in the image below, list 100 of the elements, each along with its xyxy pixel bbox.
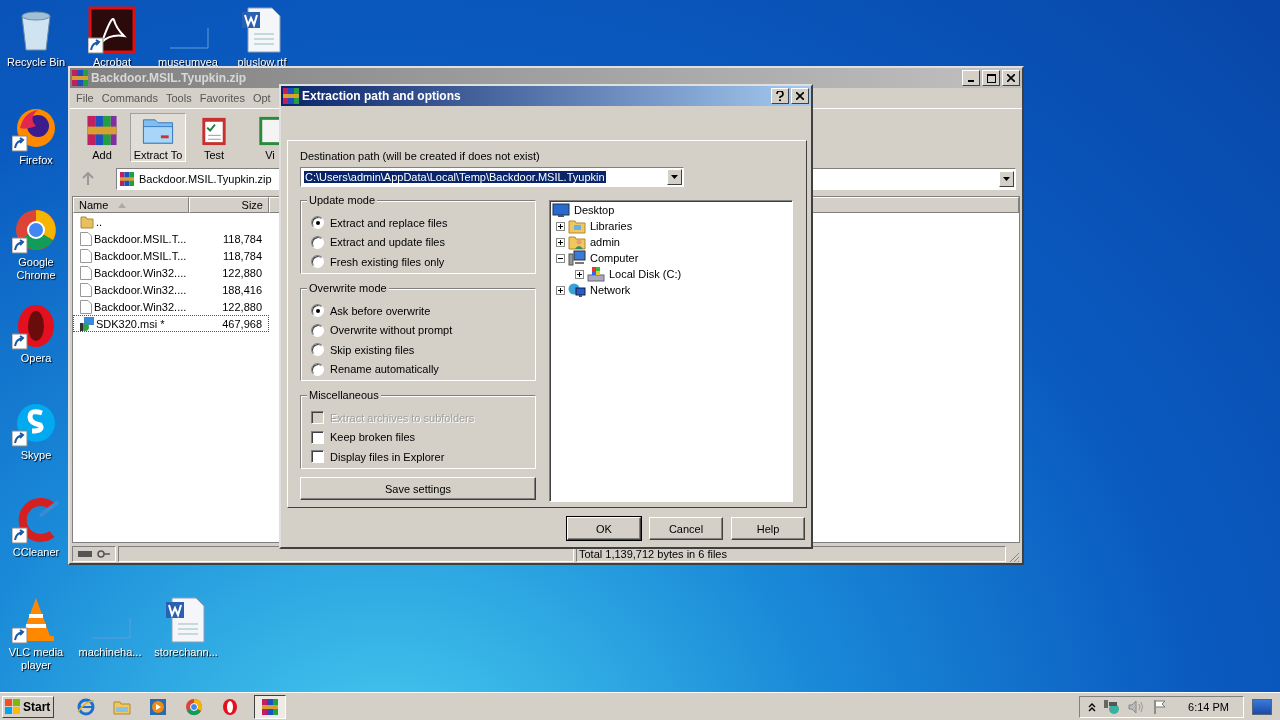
file-row[interactable]: Backdoor.Win32.... 122,880 (73, 298, 269, 315)
file-icon (80, 299, 92, 314)
group-title: Overwrite mode (307, 282, 389, 295)
archive-books-icon (85, 114, 119, 147)
close-icon (796, 92, 804, 100)
menu-item[interactable]: Tools (162, 92, 196, 104)
desktop-icon-label[interactable]: CCleaner (12, 546, 60, 559)
file-row[interactable]: Backdoor.MSIL.T... 118,784 (73, 230, 269, 247)
tree-item[interactable]: Local Disk (C:) (608, 268, 683, 280)
resize-grip-icon[interactable] (1008, 551, 1020, 563)
maximize-icon (986, 73, 996, 83)
toolbar-button[interactable]: Test (186, 113, 242, 162)
destination-field[interactable]: C:\Users\admin\AppData\Local\Temp\Backdoor.MSIL.Tyupkin (300, 167, 684, 187)
archive-books-icon (261, 697, 279, 716)
file-name: .. (96, 215, 103, 228)
file-size: 118,784 (223, 249, 262, 262)
archive-books-icon (283, 88, 299, 104)
file-row[interactable]: SDK320.msi * 467,968 (73, 315, 269, 332)
file-size: 188,416 (222, 283, 262, 296)
radio-option[interactable]: Extract and replace files (311, 213, 527, 233)
letter-o-icon (221, 697, 239, 716)
media-player-icon (149, 697, 167, 716)
column-header[interactable]: Name (73, 197, 189, 213)
menu-item[interactable]: Opt (248, 92, 275, 104)
desktop-icon-label[interactable]: Google Chrome (1, 256, 71, 282)
file-icon (80, 248, 92, 263)
tree-item[interactable]: Libraries (589, 220, 634, 232)
file-name: Backdoor.MSIL.T... (94, 232, 187, 245)
file-row[interactable]: Backdoor.MSIL.T... 118,784 (73, 247, 269, 264)
file-icon (80, 282, 92, 297)
menu-item[interactable]: File (72, 92, 98, 104)
chevron-up-icon[interactable] (1088, 701, 1097, 712)
tree-item[interactable]: Computer (589, 252, 640, 264)
archive-books-icon (120, 172, 134, 186)
network-icon[interactable] (1103, 698, 1122, 715)
chrome-ring-icon (185, 697, 203, 716)
toolbar-button[interactable]: Extract To (130, 113, 186, 162)
c-brush-icon[interactable] (12, 496, 60, 544)
menu-item[interactable]: Commands (97, 92, 162, 104)
expander-icon[interactable] (556, 237, 565, 247)
taskbar-app[interactable] (254, 694, 286, 719)
help-button[interactable] (771, 88, 789, 104)
dialog-button[interactable]: Cancel (649, 517, 723, 540)
menu-item[interactable]: Favorites (195, 92, 249, 104)
desktop-icon-label[interactable]: Acrobat (93, 56, 131, 69)
file-name: Backdoor.Win32.... (94, 283, 187, 296)
expander-icon[interactable] (556, 221, 565, 231)
desktop-icon-label[interactable]: museumvea (158, 56, 218, 69)
dialog-button[interactable]: Help (731, 517, 805, 540)
file-size: 122,880 (222, 266, 262, 279)
e-globe-icon (77, 697, 95, 716)
window-title: Backdoor.MSIL.Tyupkin.zip (91, 71, 248, 85)
dialog-button[interactable]: OK (567, 517, 641, 540)
clock[interactable]: 6:14 PM (1188, 700, 1229, 713)
desktop-icon-label[interactable]: Opera (20, 352, 52, 365)
desktop-icon-label[interactable]: Firefox (19, 154, 53, 167)
file-icon (80, 265, 92, 280)
file-row[interactable]: Backdoor.Win32.... 122,880 (73, 264, 269, 281)
radio-option[interactable]: Skip existing files (311, 340, 527, 360)
expander-icon[interactable] (575, 269, 584, 279)
file-icon (80, 231, 92, 246)
expander-icon[interactable] (556, 253, 565, 263)
pdf-app-icon[interactable] (88, 6, 136, 54)
user-folder-icon (568, 234, 586, 250)
group-title: Miscellaneous (307, 389, 381, 402)
checkbox-option[interactable]: Display files in Explorer (311, 447, 527, 467)
disk-drive-icon (587, 266, 605, 282)
file-name: Backdoor.MSIL.T... (94, 249, 187, 262)
close-icon (1007, 74, 1015, 82)
tree-item[interactable]: Desktop (573, 204, 616, 216)
expander-icon[interactable] (556, 285, 565, 295)
file-size: 118,784 (223, 232, 262, 245)
toolbar-button[interactable]: Add (74, 113, 130, 162)
desktop-icon-label[interactable]: Recycle Bin (6, 56, 66, 69)
desktop-icon-label[interactable]: pluslow.rtf (237, 56, 287, 69)
file-name: Backdoor.Win32.... (94, 300, 187, 313)
save-settings-button[interactable]: Save settings (300, 477, 536, 500)
caret-icon (1003, 177, 1010, 181)
column-header[interactable]: Size (189, 197, 269, 213)
status-icons (72, 546, 116, 562)
close-button[interactable] (791, 88, 809, 104)
folder-icon (568, 218, 586, 234)
checkbox-option[interactable]: Keep broken files (311, 427, 527, 447)
start-button[interactable]: Start (2, 695, 54, 718)
file-row[interactable]: .. (73, 213, 269, 230)
file-name: Backdoor.Win32.... (94, 266, 187, 279)
radio-option[interactable]: Extract and update files (311, 232, 527, 252)
radio-option[interactable]: Ask before overwrite (311, 301, 527, 321)
show-desktop-button[interactable] (1252, 698, 1272, 715)
tree-item[interactable]: Network (589, 284, 632, 296)
desktop-icon-label[interactable]: Skype (20, 449, 52, 462)
file-name: SDK320.msi * (96, 317, 165, 330)
help-icon (776, 91, 784, 101)
radio-option[interactable]: Rename automatically (311, 359, 527, 379)
flag-icon[interactable] (1153, 698, 1168, 715)
radio-option[interactable]: Overwrite without prompt (311, 320, 527, 340)
file-row[interactable]: Backdoor.Win32.... 188,416 (73, 281, 269, 298)
tree-item[interactable]: admin (589, 236, 621, 248)
radio-option[interactable]: Fresh existing files only (311, 252, 527, 272)
archive-books-icon (72, 70, 88, 86)
